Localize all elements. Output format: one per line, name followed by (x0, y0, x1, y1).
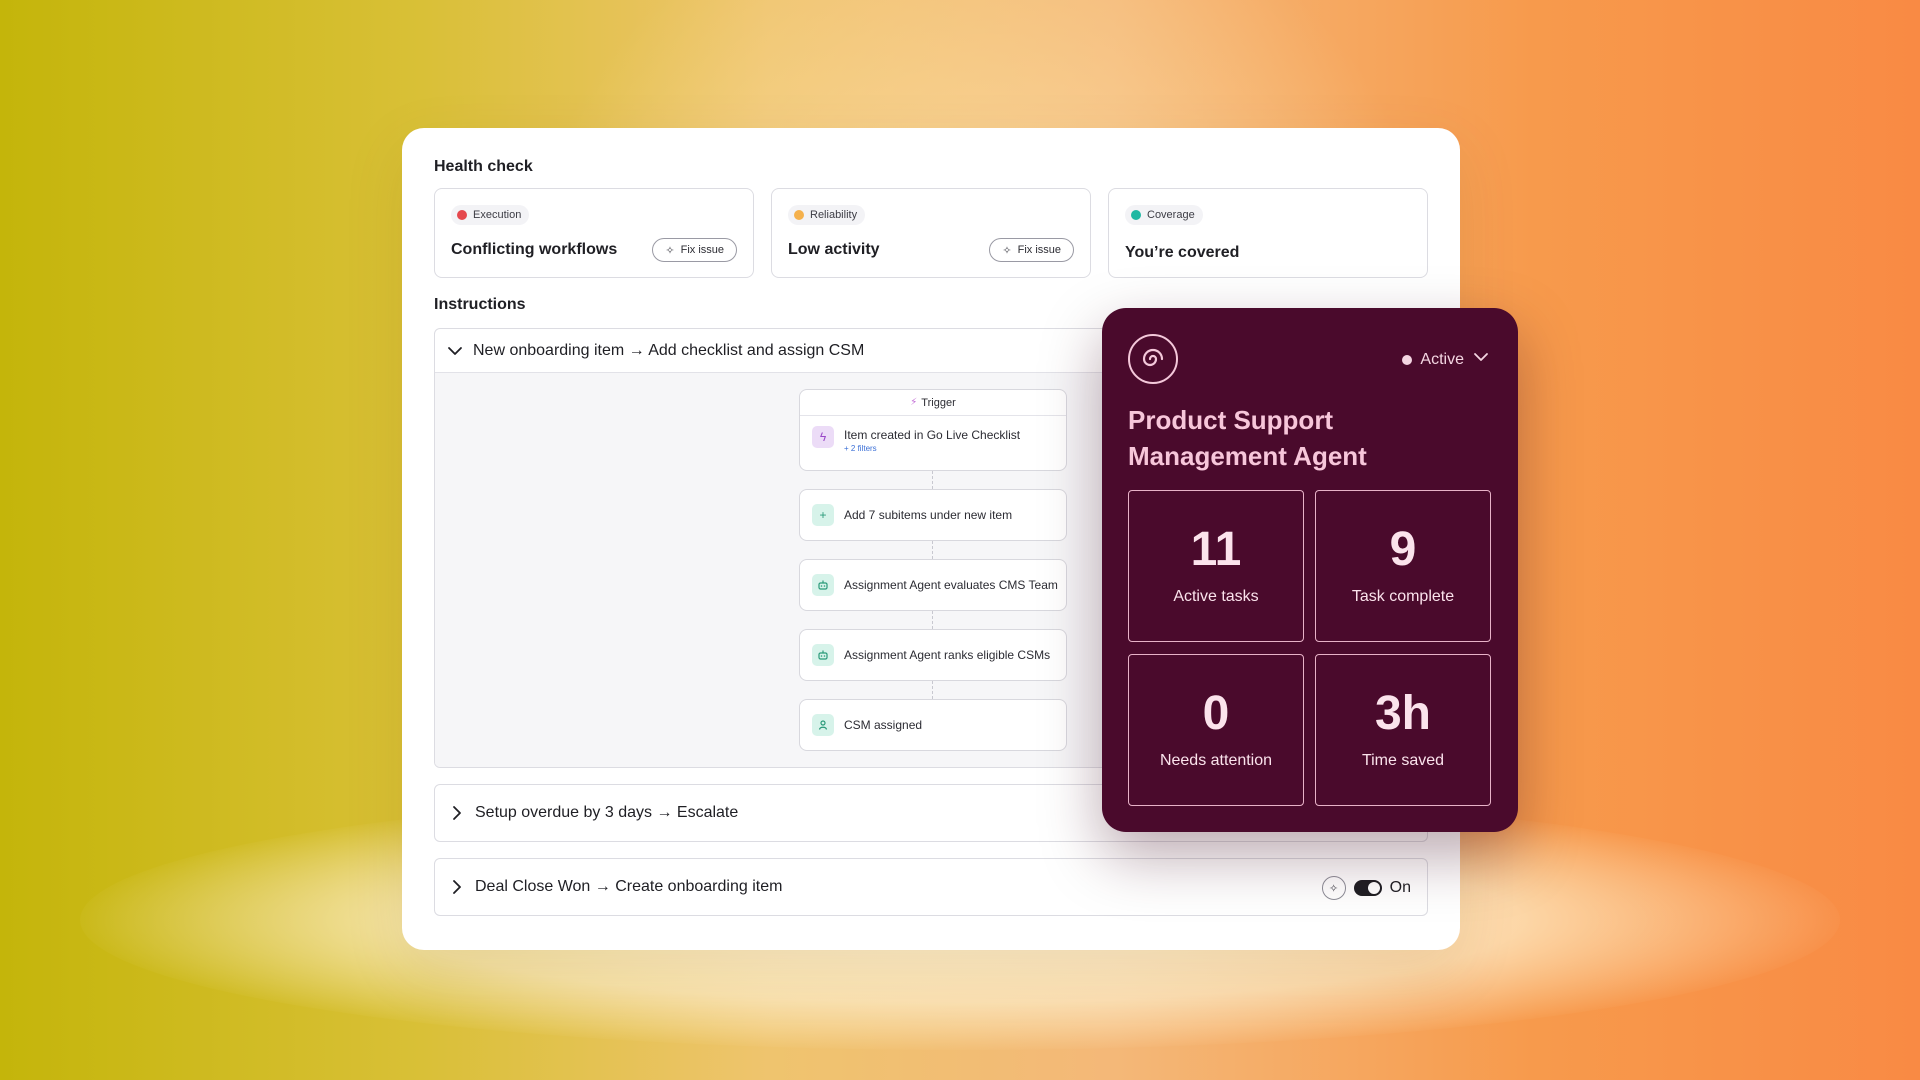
plus-icon: + (812, 504, 834, 526)
red-status-dot-icon (457, 210, 467, 220)
sparkle-icon: ✧ (665, 244, 675, 257)
rule-label: New onboarding item → Add checklist and … (473, 341, 865, 359)
stat-time-saved: 3h Time saved (1315, 654, 1491, 806)
rule-label: Setup overdue by 3 days → Escalate (475, 804, 739, 821)
stat-value: 9 (1389, 523, 1417, 576)
agent-panel: Active Product Support Management Agent … (1102, 308, 1518, 832)
health-check-title: Health check (434, 158, 533, 175)
trigger-node[interactable]: ⚡ Trigger ϟ Item created in Go Live Chec… (799, 389, 1067, 471)
flow-connector (932, 681, 934, 699)
fix-issue-button[interactable]: ✧ Fix issue (652, 238, 737, 262)
flow-step-text: Assignment Agent evaluates CMS Team (844, 578, 1058, 592)
stat-needs-attention: 0 Needs attention (1128, 654, 1304, 806)
flow-step[interactable]: + Add 7 subitems under new item (799, 489, 1067, 541)
flow-connector (932, 611, 934, 629)
agent-logo-icon (1128, 334, 1178, 384)
stat-task-complete: 9 Task complete (1315, 490, 1491, 642)
chevron-down-icon (447, 343, 463, 359)
stat-value: 0 (1202, 687, 1230, 740)
toggle-label: On (1389, 879, 1411, 896)
stat-label: Active tasks (1173, 588, 1259, 605)
reliability-tag: Reliability (788, 205, 866, 225)
execution-tag: Execution (451, 205, 530, 225)
stat-label: Task complete (1351, 588, 1455, 605)
trigger-text: Item created in Go Live Checklist (844, 428, 1021, 442)
robot-icon (812, 574, 834, 596)
stat-active-tasks: 11 Active tasks (1128, 490, 1304, 642)
instruction-rule-collapsed[interactable]: Deal Close Won → Create onboarding item … (434, 858, 1428, 916)
trigger-filters-link[interactable]: + 2 filters (844, 444, 1020, 453)
bolt-icon: ⚡ (910, 397, 918, 408)
coverage-tag-label: Coverage (1147, 209, 1195, 221)
health-card-title: You’re covered (1125, 244, 1240, 261)
status-dot-icon (1402, 354, 1413, 365)
flow-step[interactable]: Assignment Agent evaluates CMS Team (799, 559, 1067, 611)
flow-step-text: CSM assigned (844, 718, 923, 732)
bolt-icon: ϟ (812, 426, 834, 448)
stat-value: 11 (1190, 523, 1242, 576)
person-icon (812, 714, 834, 736)
health-card-coverage: Coverage You’re covered (1108, 188, 1428, 278)
rule-label: Deal Close Won → Create onboarding item (475, 878, 783, 895)
reliability-tag-label: Reliability (810, 209, 858, 221)
fix-issue-label: Fix issue (1017, 244, 1061, 256)
sparkle-icon: ✧ (1002, 244, 1012, 257)
stat-label: Time saved (1361, 752, 1445, 769)
agent-status-dropdown[interactable]: Active (1402, 348, 1490, 371)
health-card-title: Low activity (788, 241, 880, 258)
instructions-title: Instructions (434, 296, 526, 313)
flow-step-text: Add 7 subitems under new item (844, 508, 1013, 522)
health-card-title: Conflicting workflows (451, 241, 618, 258)
teal-status-dot-icon (1131, 210, 1141, 220)
flow-step[interactable]: Assignment Agent ranks eligible CSMs (799, 629, 1067, 681)
stat-label: Needs attention (1159, 752, 1273, 769)
sparkle-icon[interactable]: ✧ (1321, 876, 1346, 900)
flow-step[interactable]: CSM assigned (799, 699, 1067, 751)
flow-connector (932, 471, 934, 489)
trigger-label-text: Trigger (921, 396, 956, 409)
chevron-down-icon (1472, 348, 1490, 371)
rule-controls: ✧ On (1321, 876, 1411, 900)
chevron-right-icon (449, 879, 465, 895)
stat-value: 3h (1374, 687, 1431, 740)
trigger-label: ⚡ Trigger (800, 390, 1066, 416)
fix-issue-button[interactable]: ✧ Fix issue (989, 238, 1074, 262)
health-card-execution: Execution Conflicting workflows ✧ Fix is… (434, 188, 754, 278)
flow-step-text: Assignment Agent ranks eligible CSMs (844, 648, 1051, 662)
robot-icon (812, 644, 834, 666)
rule-toggle[interactable] (1353, 880, 1382, 896)
chevron-right-icon (449, 805, 465, 821)
flow-connector (932, 541, 934, 559)
orange-status-dot-icon (794, 210, 804, 220)
coverage-tag: Coverage (1125, 205, 1203, 225)
health-card-reliability: Reliability Low activity ✧ Fix issue (771, 188, 1091, 278)
fix-issue-label: Fix issue (680, 244, 724, 256)
agent-name: Product Support Management Agent (1128, 405, 1367, 471)
toggle-knob (1367, 882, 1380, 894)
execution-tag-label: Execution (473, 209, 522, 221)
agent-status-label: Active (1420, 350, 1464, 368)
